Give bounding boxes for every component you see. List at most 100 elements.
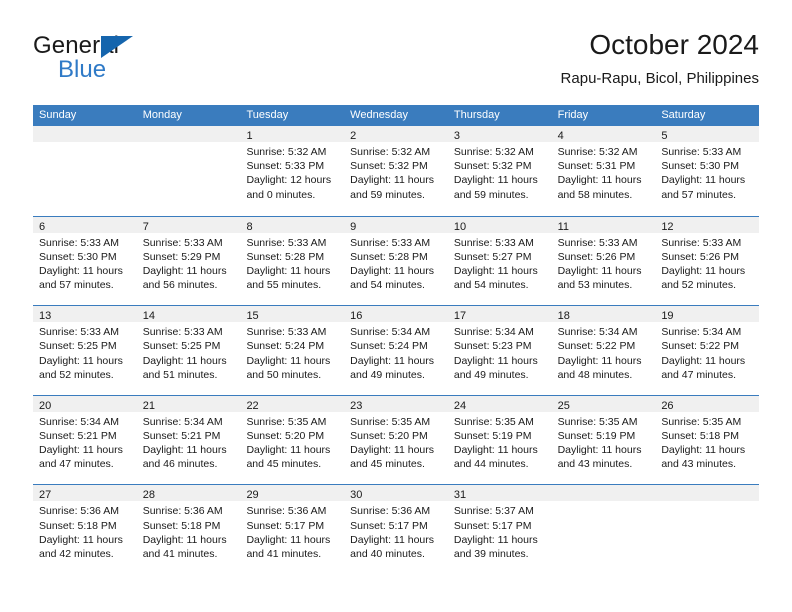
day-detail-line: and 54 minutes. — [350, 279, 425, 292]
day-detail-line: Sunrise: 5:35 AM — [661, 415, 742, 428]
day-detail-line: Sunset: 5:21 PM — [39, 429, 117, 442]
calendar-day-cell[interactable]: 5 Sunrise: 5:33 AM Sunset: 5:30 PM Daylight… — [655, 126, 760, 216]
calendar-day-cell-empty — [33, 126, 137, 216]
calendar-weeks: 1 Sunrise: 5:32 AM Sunset: 5:33 PM Daylight… — [33, 126, 760, 574]
day-details: Sunrise: 5:34 AM Sunset: 5:22 PM Daylight:… — [655, 322, 759, 382]
day-detail-line: and 48 minutes. — [557, 368, 633, 381]
day-detail-line: Sunset: 5:17 PM — [246, 519, 325, 532]
calendar-week-row: 20 Sunrise: 5:34 AM Sunset: 5:21 PM Dayligh… — [33, 394, 760, 485]
day-number-band: 31 — [447, 485, 552, 502]
day-number-band — [136, 126, 241, 142]
calendar-day-cell-empty — [655, 485, 760, 574]
day-detail-line: and 47 minutes. — [39, 458, 114, 471]
day-number: 14 — [142, 310, 155, 323]
calendar-day-cell[interactable]: 20 Sunrise: 5:34 AM Sunset: 5:21 PM Dayligh… — [33, 395, 137, 485]
calendar-day-cell[interactable]: 28 Sunrise: 5:36 AM Sunset: 5:18 PM Dayligh… — [136, 485, 241, 574]
calendar-day-cell[interactable]: 30 Sunrise: 5:36 AM Sunset: 5:17 PM Dayligh… — [344, 485, 448, 574]
calendar-day-cell[interactable]: 19 Sunrise: 5:34 AM Sunset: 5:22 PM Dayligh… — [655, 306, 760, 395]
day-number: 28 — [142, 489, 155, 502]
day-detail-line: Sunrise: 5:36 AM — [246, 505, 327, 518]
day-detail-line: Sunrise: 5:33 AM — [142, 326, 223, 339]
day-details: Sunrise: 5:34 AM Sunset: 5:21 PM Daylight:… — [137, 412, 241, 472]
calendar-day-cell[interactable]: 12 Sunrise: 5:33 AM Sunset: 5:26 PM Dayligh… — [655, 216, 760, 306]
weekday-header-monday: Monday — [142, 109, 182, 121]
day-detail-line: Daylight: 11 hours — [661, 444, 746, 457]
calendar-day-cell[interactable]: 9 Sunrise: 5:33 AM Sunset: 5:28 PM Daylight… — [344, 216, 448, 306]
day-number-band: 1 — [240, 126, 345, 142]
calendar-day-cell[interactable]: 23 Sunrise: 5:35 AM Sunset: 5:20 PM Dayligh… — [344, 395, 448, 485]
day-detail-line: Daylight: 11 hours — [661, 265, 746, 277]
calendar-day-cell[interactable]: 6 Sunrise: 5:33 AM Sunset: 5:30 PM Daylight… — [33, 216, 137, 306]
calendar-day-cell[interactable]: 13 Sunrise: 5:33 AM Sunset: 5:25 PM Dayligh… — [33, 306, 137, 395]
day-detail-line: and 46 minutes. — [142, 458, 218, 471]
calendar-day-cell[interactable]: 10 Sunrise: 5:33 AM Sunset: 5:27 PM Dayligh… — [447, 216, 552, 306]
day-detail-line: Sunrise: 5:33 AM — [246, 326, 327, 339]
calendar-day-cell[interactable]: 15 Sunrise: 5:33 AM Sunset: 5:24 PM Dayligh… — [240, 306, 345, 395]
calendar-week-row: 6 Sunrise: 5:33 AM Sunset: 5:30 PM Daylight… — [33, 215, 760, 306]
calendar-day-cell[interactable]: 27 Sunrise: 5:36 AM Sunset: 5:18 PM Dayligh… — [33, 485, 137, 574]
calendar-day-cell[interactable]: 3 Sunrise: 5:32 AM Sunset: 5:32 PM Daylight… — [447, 126, 552, 216]
day-number: 31 — [453, 489, 467, 502]
day-detail-line: Sunset: 5:22 PM — [661, 340, 739, 353]
calendar-day-cell[interactable]: 17 Sunrise: 5:34 AM Sunset: 5:23 PM Dayligh… — [447, 306, 552, 395]
day-detail-line: Sunset: 5:18 PM — [661, 429, 739, 442]
day-detail-line: Sunrise: 5:32 AM — [350, 146, 431, 158]
day-detail-line: and 56 minutes. — [142, 279, 218, 292]
calendar-day-cell[interactable]: 14 Sunrise: 5:33 AM Sunset: 5:25 PM Dayligh… — [136, 306, 241, 395]
day-detail-line: and 59 minutes. — [453, 188, 529, 201]
day-number: 20 — [39, 399, 52, 412]
day-detail-line: Daylight: 11 hours — [557, 174, 642, 187]
calendar-day-cell[interactable]: 8 Sunrise: 5:33 AM Sunset: 5:28 PM Daylight… — [240, 216, 345, 306]
day-number: 2 — [350, 130, 357, 142]
calendar-day-cell[interactable]: 4 Sunrise: 5:32 AM Sunset: 5:31 PM Daylight… — [551, 126, 656, 216]
calendar-day-cell[interactable]: 16 Sunrise: 5:34 AM Sunset: 5:24 PM Dayligh… — [344, 306, 448, 395]
day-details: Sunrise: 5:36 AM Sunset: 5:17 PM Daylight:… — [240, 501, 344, 561]
day-number: 23 — [350, 399, 363, 412]
day-detail-line: Sunset: 5:33 PM — [246, 160, 325, 173]
calendar-day-cell[interactable]: 22 Sunrise: 5:35 AM Sunset: 5:20 PM Dayligh… — [240, 395, 345, 485]
general-blue-logo[interactable]: General Blue — [33, 32, 263, 92]
calendar-week-row: 27 Sunrise: 5:36 AM Sunset: 5:18 PM Dayligh… — [33, 484, 760, 574]
day-detail-line: Sunset: 5:32 PM — [350, 160, 428, 173]
weekday-header-saturday: Saturday — [661, 109, 706, 121]
weekday-header-sunday: Sunday — [39, 109, 77, 121]
day-detail-line: Daylight: 11 hours — [453, 444, 538, 457]
calendar-day-cell[interactable]: 26 Sunrise: 5:35 AM Sunset: 5:18 PM Dayligh… — [655, 395, 760, 485]
calendar-day-cell[interactable]: 24 Sunrise: 5:35 AM Sunset: 5:19 PM Dayligh… — [447, 395, 552, 485]
day-number: 5 — [661, 130, 668, 142]
day-number-band: 19 — [655, 306, 760, 323]
day-detail-line: and 52 minutes. — [661, 279, 737, 292]
day-detail-line: Sunrise: 5:34 AM — [39, 415, 119, 428]
day-detail-line: Sunset: 5:23 PM — [453, 340, 532, 353]
day-details: Sunrise: 5:36 AM Sunset: 5:18 PM Daylight:… — [137, 501, 241, 561]
day-detail-line: and 57 minutes. — [661, 188, 737, 201]
day-details: Sunrise: 5:33 AM Sunset: 5:27 PM Daylight:… — [448, 233, 552, 293]
day-details: Sunrise: 5:33 AM Sunset: 5:25 PM Daylight:… — [137, 322, 241, 382]
day-detail-line: Sunrise: 5:33 AM — [557, 236, 638, 249]
calendar-day-cell[interactable]: 7 Sunrise: 5:33 AM Sunset: 5:29 PM Daylight… — [136, 216, 241, 306]
day-detail-line: Daylight: 11 hours — [246, 533, 331, 546]
location-subtitle: Rapu-Rapu, Bicol, Philippines — [560, 70, 759, 87]
calendar-day-cell[interactable]: 18 Sunrise: 5:34 AM Sunset: 5:22 PM Dayligh… — [551, 306, 656, 395]
calendar-day-cell[interactable]: 31 Sunrise: 5:37 AM Sunset: 5:17 PM Dayligh… — [447, 485, 552, 574]
day-detail-line: Sunset: 5:32 PM — [453, 160, 532, 173]
weekday-header-wednesday: Wednesday — [350, 109, 409, 121]
day-detail-line: Sunset: 5:19 PM — [557, 429, 636, 442]
day-detail-line: Daylight: 11 hours — [246, 354, 331, 367]
day-detail-line: Sunrise: 5:37 AM — [453, 505, 534, 518]
day-detail-line: Daylight: 11 hours — [39, 354, 123, 367]
calendar-day-cell[interactable]: 21 Sunrise: 5:34 AM Sunset: 5:21 PM Dayligh… — [136, 395, 241, 485]
day-details: Sunrise: 5:32 AM Sunset: 5:32 PM Daylight:… — [448, 142, 552, 202]
calendar-day-cell[interactable]: 2 Sunrise: 5:32 AM Sunset: 5:32 PM Daylight… — [344, 126, 448, 216]
day-number-band: 6 — [33, 216, 137, 233]
day-detail-line: Sunrise: 5:35 AM — [557, 415, 638, 428]
calendar-day-cell[interactable]: 25 Sunrise: 5:35 AM Sunset: 5:19 PM Dayligh… — [551, 395, 656, 485]
calendar-day-cell[interactable]: 1 Sunrise: 5:32 AM Sunset: 5:33 PM Daylight… — [240, 126, 345, 216]
calendar-day-cell[interactable]: 11 Sunrise: 5:33 AM Sunset: 5:26 PM Dayligh… — [551, 216, 656, 306]
day-detail-line: and 45 minutes. — [350, 458, 425, 471]
day-details: Sunrise: 5:35 AM Sunset: 5:18 PM Daylight:… — [655, 412, 759, 472]
day-detail-line: Sunset: 5:17 PM — [453, 519, 532, 532]
calendar-day-cell[interactable]: 29 Sunrise: 5:36 AM Sunset: 5:17 PM Dayligh… — [240, 485, 345, 574]
day-detail-line: Sunset: 5:30 PM — [39, 250, 117, 263]
day-number-band: 9 — [344, 216, 448, 233]
